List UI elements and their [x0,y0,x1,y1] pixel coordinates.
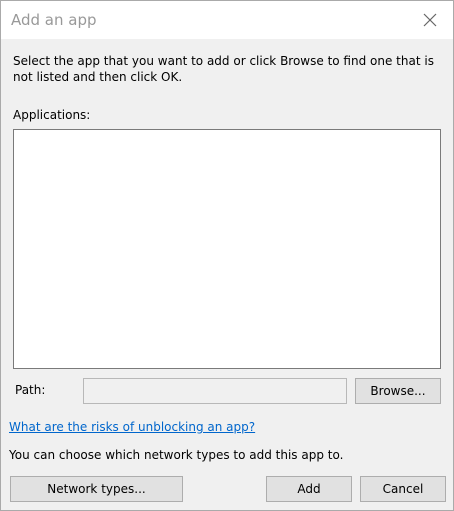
dialog-title: Add an app [11,11,97,29]
path-label: Path: [15,383,46,397]
add-app-dialog: Add an app Select the app that you want … [0,0,454,511]
cancel-button[interactable]: Cancel [360,476,446,502]
title-bar: Add an app [1,1,453,39]
close-button[interactable] [407,1,453,39]
applications-list[interactable] [13,129,441,369]
network-types-note: You can choose which network types to ad… [9,448,344,462]
close-icon [423,13,437,27]
path-input[interactable] [83,378,347,404]
instruction-text: Select the app that you want to add or c… [13,54,434,84]
network-types-button[interactable]: Network types... [10,476,183,502]
browse-button[interactable]: Browse... [355,378,441,404]
add-button[interactable]: Add [266,476,352,502]
applications-label: Applications: [13,108,91,122]
risks-link[interactable]: What are the risks of unblocking an app? [9,420,255,434]
